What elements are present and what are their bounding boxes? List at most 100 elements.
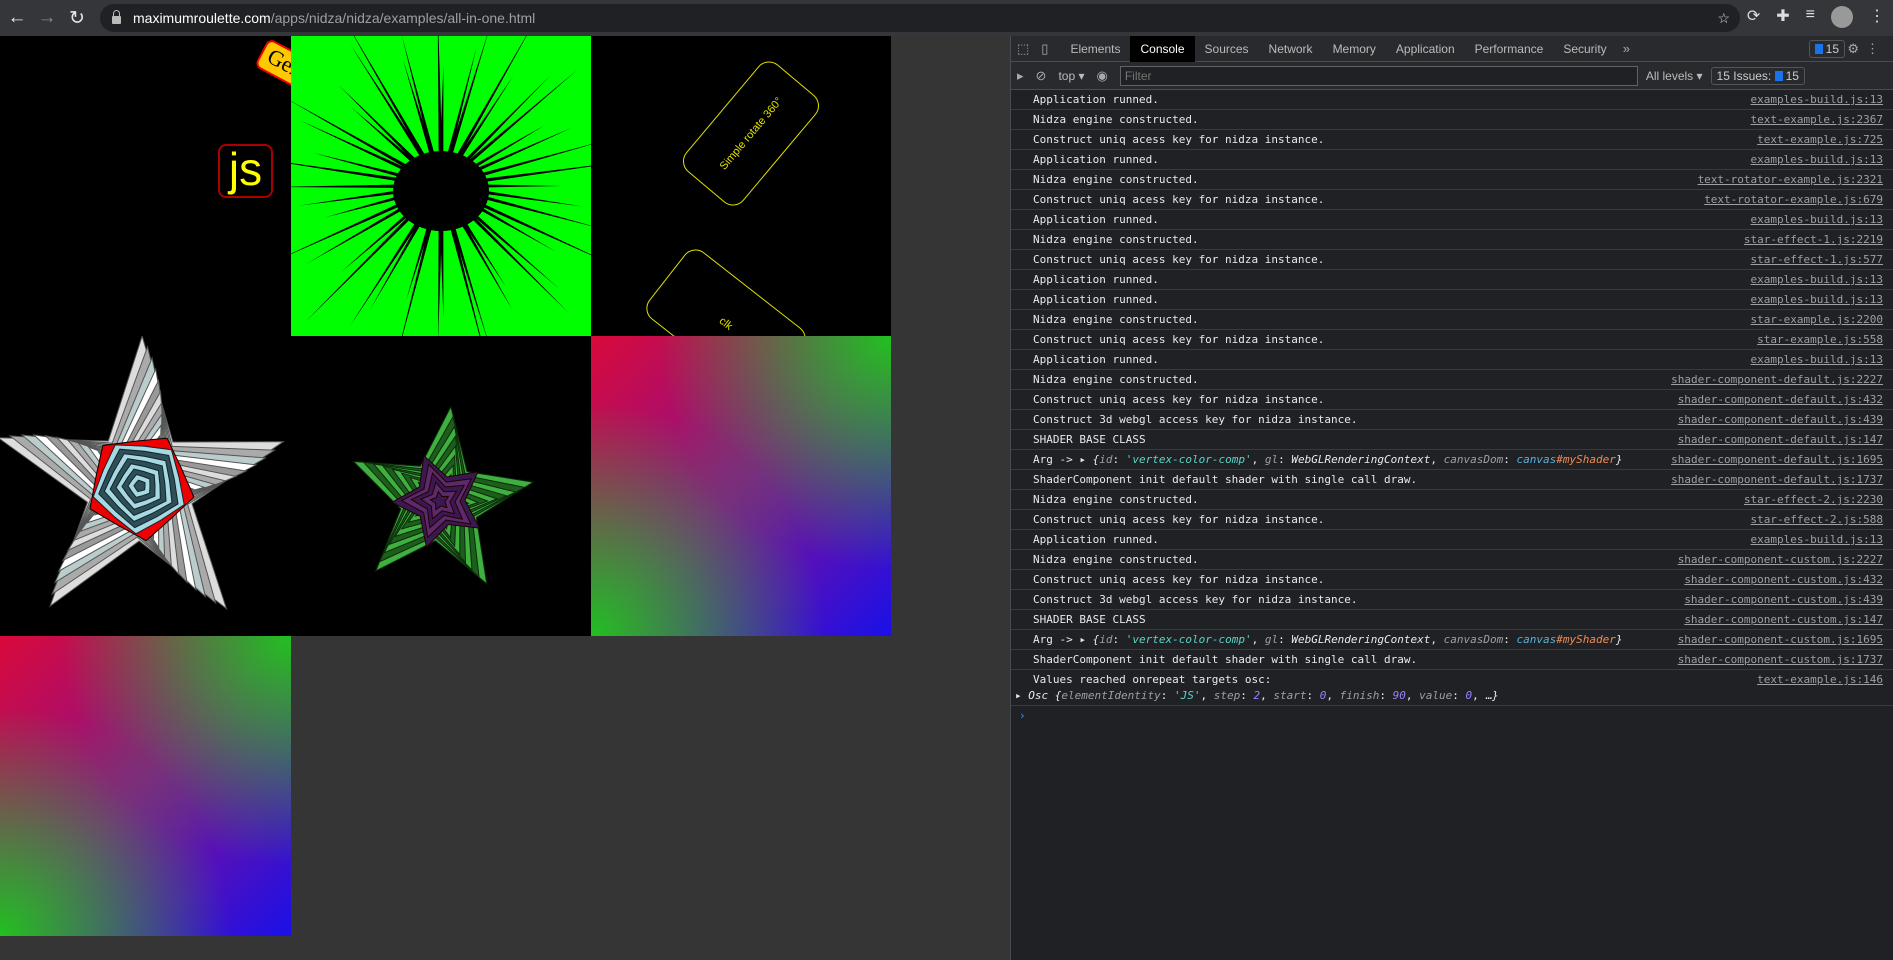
bookmark-star-icon[interactable]: ☆ [1717, 10, 1730, 27]
kebab-menu-icon[interactable]: ⋮ [1860, 41, 1885, 57]
lock-icon [112, 10, 121, 24]
log-message: Application runned. [1033, 293, 1159, 306]
console-row: Application runned. examples-build.js:13 [1011, 270, 1893, 290]
tab-elements[interactable]: Elements [1060, 36, 1130, 62]
log-message: Application runned. [1033, 533, 1159, 546]
source-link[interactable]: shader-component-custom.js:2227 [1678, 550, 1883, 570]
device-toggle-icon[interactable]: ▯ [1035, 41, 1054, 57]
console-row-osc: Values reached onrepeat targets osc: tex… [1011, 670, 1893, 706]
console-row: Nidza engine constructed. shader-componen… [1011, 550, 1893, 570]
log-message: Application runned. [1033, 213, 1159, 226]
source-link[interactable]: text-example.js:2367 [1751, 110, 1883, 130]
source-link[interactable]: star-effect-1.js:2219 [1744, 230, 1883, 250]
console-row: Construct uniq acess key for nidza insta… [1011, 390, 1893, 410]
source-link[interactable]: examples-build.js:13 [1751, 350, 1883, 370]
media-icon[interactable]: ≡ [1806, 6, 1815, 28]
url-path: /apps/nidza/nidza/examples/all-in-one.ht… [270, 10, 536, 26]
console-row: Application runned. examples-build.js:13 [1011, 210, 1893, 230]
arg-object[interactable]: ▸ {id: 'vertex-color-comp', gl: WebGLRen… [1079, 453, 1622, 466]
source-link[interactable]: shader-component-custom.js:1737 [1678, 650, 1883, 670]
source-link[interactable]: examples-build.js:13 [1751, 270, 1883, 290]
source-link[interactable]: examples-build.js:13 [1751, 210, 1883, 230]
issues-button[interactable]: 15 Issues: 15 [1710, 66, 1805, 85]
tab-memory[interactable]: Memory [1323, 36, 1386, 62]
console-row: Construct uniq acess key for nidza insta… [1011, 570, 1893, 590]
source-link[interactable]: shader-component-custom.js:147 [1684, 610, 1883, 630]
console-prompt[interactable]: › [1011, 706, 1893, 726]
source-link[interactable]: star-effect-1.js:577 [1751, 250, 1883, 270]
avatar[interactable] [1831, 6, 1853, 28]
extension-icon[interactable]: ⟳ [1747, 6, 1760, 28]
console-row: Nidza engine constructed. star-effect-2.j… [1011, 490, 1893, 510]
back-icon[interactable]: ← [4, 7, 30, 29]
tab-console[interactable]: Console [1130, 35, 1195, 62]
context-select[interactable]: top ▾ [1052, 69, 1090, 83]
menu-icon[interactable]: ⋮ [1869, 6, 1885, 28]
clear-console-icon[interactable]: ⊘ [1030, 68, 1053, 84]
console-toolbar: ▸ ⊘ top ▾ ◉ All levels ▾ 15 Issues: 15 [1011, 62, 1893, 90]
source-link[interactable]: star-effect-2.js:588 [1751, 510, 1883, 530]
starburst-graphic [291, 36, 591, 336]
arg-object[interactable]: ▸ {id: 'vertex-color-comp', gl: WebGLRen… [1079, 633, 1622, 646]
log-message: Construct 3d webgl access key for nidza … [1033, 413, 1358, 426]
source-link[interactable]: text-example.js:725 [1757, 130, 1883, 150]
source-link[interactable]: shader-component-custom.js:1695 [1678, 630, 1883, 650]
messages-badge[interactable]: 15 [1808, 40, 1845, 58]
source-link[interactable]: shader-component-custom.js:439 [1684, 590, 1883, 610]
log-message: ShaderComponent init default shader with… [1033, 473, 1418, 486]
source-link[interactable]: text-example.js:146 [1757, 670, 1883, 690]
click-label: clk [640, 243, 812, 336]
source-link[interactable]: shader-component-default.js:439 [1678, 410, 1883, 430]
console-row: Arg -> ▸ {id: 'vertex-color-comp', gl: W… [1011, 630, 1893, 650]
log-message: Construct uniq acess key for nidza insta… [1033, 573, 1325, 586]
console-row: Nidza engine constructed. text-rotator-ex… [1011, 170, 1893, 190]
more-tabs-icon[interactable]: » [1617, 41, 1636, 56]
source-link[interactable]: shader-component-default.js:2227 [1671, 370, 1883, 390]
console-row: Application runned. examples-build.js:13 [1011, 150, 1893, 170]
source-link[interactable]: shader-component-custom.js:432 [1684, 570, 1883, 590]
puzzle-icon[interactable]: ✚ [1776, 6, 1789, 28]
source-link[interactable]: examples-build.js:13 [1751, 530, 1883, 550]
tab-application[interactable]: Application [1386, 36, 1465, 62]
osc-object[interactable]: ▸ Osc {elementIdentity: 'JS', step: 2, s… [1015, 690, 1893, 702]
url-host: maximumroulette.com [133, 10, 271, 26]
forward-icon[interactable]: → [34, 7, 60, 29]
source-link[interactable]: text-rotator-example.js:679 [1704, 190, 1883, 210]
filter-input[interactable] [1119, 65, 1638, 86]
log-message: Application runned. [1033, 93, 1159, 106]
eye-icon[interactable]: ◉ [1090, 68, 1113, 84]
source-link[interactable]: star-effect-2.js:2230 [1744, 490, 1883, 510]
source-link[interactable]: text-rotator-example.js:2321 [1698, 170, 1883, 190]
console-row: Construct uniq acess key for nidza insta… [1011, 190, 1893, 210]
reload-icon[interactable]: ↻ [64, 7, 90, 30]
console-row: Arg -> ▸ {id: 'vertex-color-comp', gl: W… [1011, 450, 1893, 470]
gen-label: Gen [254, 37, 291, 95]
tab-performance[interactable]: Performance [1465, 36, 1554, 62]
console-row: Construct uniq acess key for nidza insta… [1011, 510, 1893, 530]
source-link[interactable]: shader-component-default.js:1737 [1671, 470, 1883, 490]
source-link[interactable]: examples-build.js:13 [1751, 290, 1883, 310]
source-link[interactable]: star-example.js:558 [1757, 330, 1883, 350]
inspect-icon[interactable]: ⬚ [1011, 41, 1035, 57]
console-row: Construct 3d webgl access key for nidza … [1011, 590, 1893, 610]
source-link[interactable]: shader-component-default.js:432 [1678, 390, 1883, 410]
burst-core [393, 151, 489, 231]
sidebar-toggle-icon[interactable]: ▸ [1011, 68, 1030, 84]
log-message: Application runned. [1033, 353, 1159, 366]
address-bar[interactable]: maximumroulette.com/apps/nidza/nidza/exa… [100, 4, 1740, 32]
burst-spike [349, 210, 427, 327]
devtools-panel: ⬚ ▯ Elements Console Sources Network Memory A… [1010, 35, 1893, 960]
tab-sources[interactable]: Sources [1195, 36, 1259, 62]
tab-security[interactable]: Security [1553, 36, 1616, 62]
burst-spike [291, 184, 412, 188]
source-link[interactable]: shader-component-default.js:147 [1678, 430, 1883, 450]
levels-select[interactable]: All levels ▾ [1638, 69, 1711, 83]
source-link[interactable]: star-example.js:2200 [1751, 310, 1883, 330]
burst-spike [448, 36, 488, 158]
source-link[interactable]: examples-build.js:13 [1751, 150, 1883, 170]
star-example-canvas [0, 336, 591, 636]
source-link[interactable]: examples-build.js:13 [1751, 90, 1883, 110]
log-message: Arg -> [1033, 453, 1080, 466]
tab-network[interactable]: Network [1259, 36, 1323, 62]
source-link[interactable]: shader-component-default.js:1695 [1671, 450, 1883, 470]
